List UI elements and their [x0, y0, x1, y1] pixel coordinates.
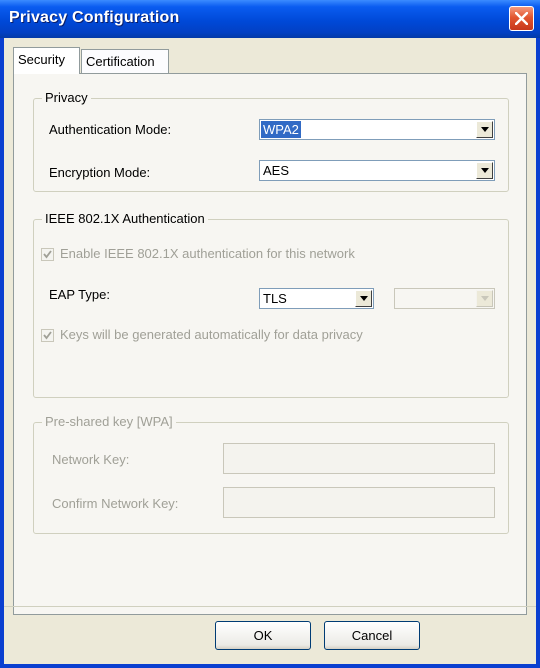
eap-type-value: TLS: [263, 291, 287, 306]
privacy-group-legend: Privacy: [42, 90, 91, 105]
dialog-body: Security Certification Privacy Authentic…: [4, 38, 536, 664]
network-key-input[interactable]: [223, 443, 495, 474]
ieee-8021x-group-legend: IEEE 802.1X Authentication: [42, 211, 208, 226]
button-row-separator: [4, 606, 536, 607]
preshared-key-group-legend: Pre-shared key [WPA]: [42, 414, 176, 429]
ok-button[interactable]: OK: [215, 621, 311, 650]
close-icon: [515, 12, 528, 25]
chevron-down-icon: [360, 296, 368, 301]
title-bar[interactable]: Privacy Configuration: [0, 0, 540, 38]
auto-keys-label: Keys will be generated automatically for…: [60, 327, 363, 342]
privacy-group: Privacy Authentication Mode: WPA2 Encryp…: [33, 90, 509, 192]
enable-8021x-label: Enable IEEE 802.1X authentication for th…: [60, 246, 355, 261]
eap-type-label: EAP Type:: [49, 287, 110, 302]
window-title: Privacy Configuration: [9, 9, 180, 26]
auto-keys-checkbox[interactable]: [41, 329, 54, 342]
eap-type-dropdown-button[interactable]: [355, 290, 372, 307]
ieee-8021x-group: IEEE 802.1X Authentication Enable IEEE 8…: [33, 211, 509, 398]
eap-subtype-select: [394, 288, 495, 309]
cancel-button[interactable]: Cancel: [324, 621, 420, 650]
checkmark-icon: [43, 331, 52, 340]
tab-certification[interactable]: Certification: [81, 49, 169, 73]
encryption-mode-dropdown-button[interactable]: [476, 162, 493, 179]
authentication-mode-dropdown-button[interactable]: [476, 121, 493, 138]
close-button[interactable]: [509, 6, 534, 31]
encryption-mode-value: AES: [263, 163, 290, 178]
eap-subtype-dropdown-button: [476, 290, 493, 307]
network-key-label: Network Key:: [52, 452, 130, 467]
encryption-mode-label: Encryption Mode:: [49, 165, 151, 180]
confirm-network-key-input[interactable]: [223, 487, 495, 518]
tab-security[interactable]: Security: [13, 47, 80, 74]
encryption-mode-select[interactable]: AES: [259, 160, 495, 181]
enable-8021x-checkbox[interactable]: [41, 248, 54, 261]
security-tab-panel: Privacy Authentication Mode: WPA2 Encryp…: [13, 73, 527, 615]
chevron-down-icon: [481, 168, 489, 173]
authentication-mode-value: WPA2: [261, 121, 301, 138]
authentication-mode-label: Authentication Mode:: [49, 122, 172, 137]
authentication-mode-select[interactable]: WPA2: [259, 119, 495, 140]
checkmark-icon: [43, 250, 52, 259]
eap-type-select[interactable]: TLS: [259, 288, 374, 309]
preshared-key-group: Pre-shared key [WPA] Network Key: Confir…: [33, 414, 509, 534]
chevron-down-icon: [481, 296, 489, 301]
chevron-down-icon: [481, 127, 489, 132]
privacy-configuration-window: Privacy Configuration Security Certifica…: [0, 0, 540, 668]
confirm-network-key-label: Confirm Network Key:: [52, 496, 179, 511]
